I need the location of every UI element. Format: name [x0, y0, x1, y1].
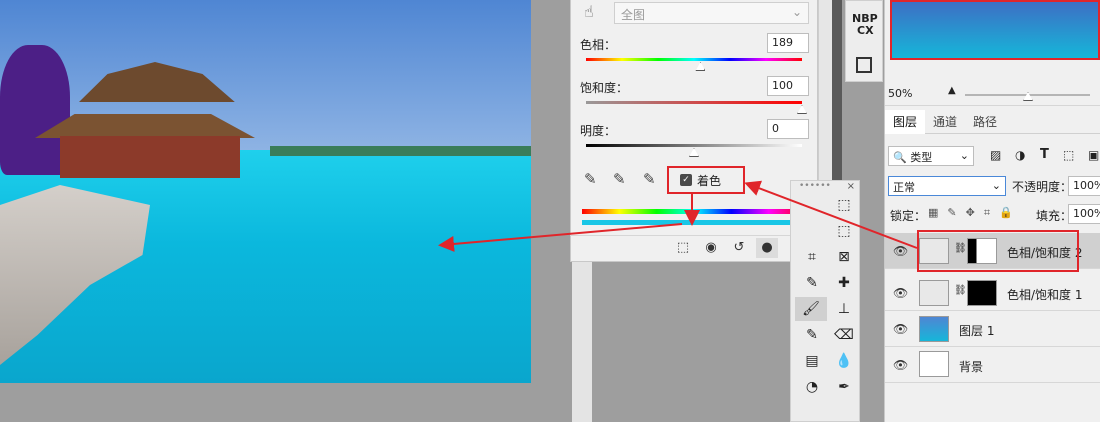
- arrow-spectrum-to-canvas: [438, 223, 683, 252]
- arrow-layer-to-colorize: [744, 180, 918, 249]
- annotation-arrows: [438, 180, 918, 252]
